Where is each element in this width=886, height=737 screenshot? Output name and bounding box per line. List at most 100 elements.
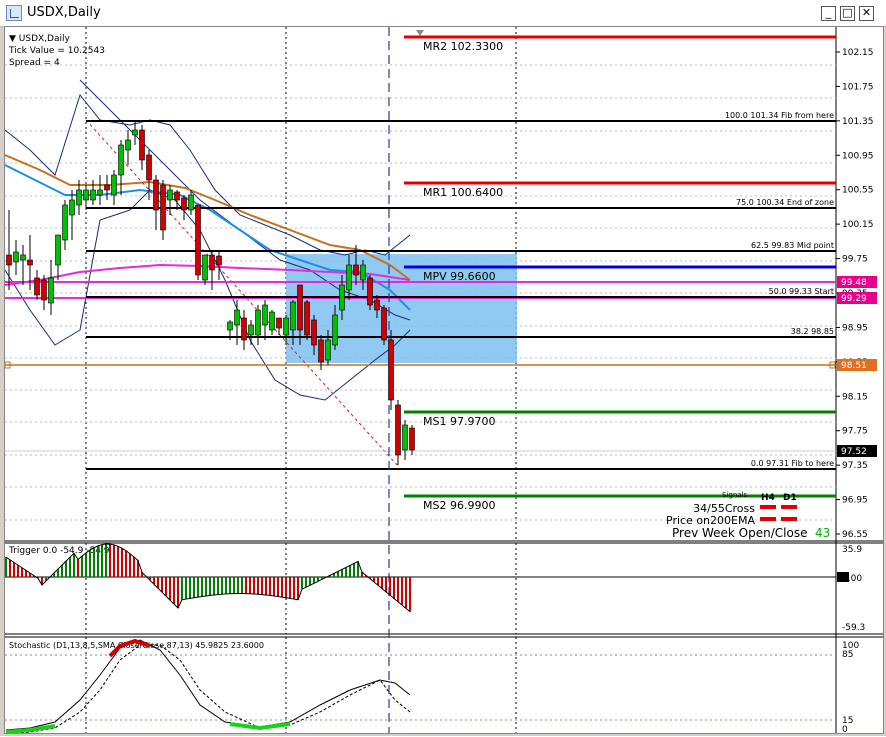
- candle-body: [241, 317, 247, 341]
- price-tag-label: 98.51: [841, 361, 867, 371]
- candle-body: [332, 314, 338, 346]
- fib-level-label: 100.0 101.34 Fib from here: [725, 111, 834, 120]
- candle-body: [304, 301, 310, 336]
- close-button[interactable]: ✕: [859, 6, 874, 21]
- candle-body: [20, 254, 26, 261]
- pivot-label: MS1 97.9700: [423, 415, 495, 428]
- candle-body: [132, 129, 138, 136]
- candle-body: [188, 194, 194, 211]
- candle-body: [195, 204, 201, 276]
- window-title: USDX,Daily: [27, 5, 101, 20]
- candle-body: [402, 424, 408, 451]
- candle-body: [125, 139, 131, 151]
- candle-body: [181, 197, 187, 211]
- candle-body: [388, 339, 394, 401]
- candle-body: [41, 279, 47, 301]
- candle-body: [167, 189, 173, 201]
- candle-body: [395, 404, 401, 456]
- candle-body: [381, 307, 387, 341]
- price-axis-label: 102.15: [842, 48, 874, 58]
- signal-count: 43: [815, 526, 830, 540]
- candle-body: [262, 304, 268, 326]
- signal-marker: [781, 505, 797, 509]
- pivot-label: MR2 102.3300: [423, 40, 503, 53]
- shift-marker: [416, 30, 424, 36]
- maximize-button[interactable]: □: [840, 6, 855, 21]
- candle-body: [360, 264, 366, 281]
- price-axis-label: 101.75: [842, 82, 874, 92]
- candle-body: [283, 317, 289, 336]
- fib-level-label: 38.2 98.85: [791, 327, 834, 336]
- candle-body: [90, 189, 96, 201]
- price-axis-label: 98.15: [842, 392, 868, 402]
- chart-area[interactable]: 102.15 101.75 101.35 100.95 100.55 100.15 99.7…: [4, 26, 884, 736]
- candle-body: [276, 317, 282, 329]
- candle-body: [34, 277, 40, 296]
- candle-body: [27, 259, 33, 266]
- candle-body: [227, 321, 233, 331]
- price-axis-label: 97.35: [842, 461, 868, 471]
- fib-level-label: 50.0 99.33 Start: [769, 287, 834, 296]
- candle-body: [209, 254, 215, 271]
- pivot-label: MR1 100.6400: [423, 186, 503, 199]
- signals-header: Signals: [722, 491, 748, 499]
- candle-body: [69, 199, 75, 216]
- fib-level-label: 0.0 97.31 Fib to here: [751, 459, 834, 468]
- candle-body: [353, 264, 359, 276]
- candle-body: [118, 144, 124, 176]
- price-axis-label: 100.95: [842, 151, 874, 161]
- window-titlebar: USDX,Daily _ □ ✕: [0, 0, 886, 27]
- tick-value-label: Tick Value = 10.2543: [8, 46, 105, 56]
- trigger-axis-label: -59.3: [842, 623, 865, 633]
- signal-row-label: Prev Week Open/Close: [672, 526, 807, 540]
- candle-body: [55, 234, 61, 266]
- candle-body: [202, 254, 208, 281]
- candle-body: [146, 154, 152, 181]
- candle-body: [255, 309, 261, 336]
- spread-label: Spread = 4: [9, 58, 60, 68]
- candle-body: [97, 189, 103, 196]
- candle-body: [216, 255, 222, 266]
- candle-body: [409, 427, 415, 451]
- price-axis-label: 97.75: [842, 427, 868, 437]
- candle-body: [76, 189, 82, 206]
- candle-body: [111, 174, 117, 196]
- minimize-button[interactable]: _: [821, 6, 836, 21]
- stochastic-axis-label: 85: [842, 650, 853, 660]
- price-axis-label: 100.15: [842, 220, 874, 230]
- stoch-oversold-highlight: [229, 722, 291, 731]
- candle-body: [325, 339, 331, 361]
- candle-body: [234, 309, 240, 326]
- pivot-label: MPV 99.6600: [423, 270, 496, 283]
- pivot-label: MS2 96.9900: [423, 499, 495, 512]
- candle-body: [311, 319, 317, 346]
- candle-body: [62, 204, 68, 241]
- candle-body: [6, 254, 12, 266]
- chart-symbol-label: ▼ USDX,Daily: [9, 34, 70, 44]
- candle-body: [297, 284, 303, 331]
- candle-body: [318, 339, 324, 363]
- trigger-value-tag: [837, 572, 849, 582]
- fib-level-label: 62.5 99.83 Mid point: [751, 241, 834, 250]
- candle-body: [367, 277, 373, 306]
- price-chart-svg[interactable]: 102.15 101.75 101.35 100.95 100.55 100.15 99.7…: [4, 27, 883, 736]
- candle-body: [374, 299, 380, 311]
- price-axis-label: 101.35: [842, 117, 874, 127]
- candle-body: [248, 324, 254, 336]
- price-axis-label: 99.75: [842, 255, 868, 265]
- price-axis-label: 98.95: [842, 323, 868, 333]
- candle-body: [13, 251, 19, 263]
- price-tag-label: 97.52: [841, 447, 867, 457]
- candle-body: [269, 311, 275, 331]
- candle-body: [339, 284, 345, 311]
- signal-marker: [760, 517, 776, 521]
- trigger-axis-label: 35.9: [842, 545, 862, 555]
- price-tag-label: 99.29: [841, 294, 867, 304]
- chart-window-icon: [6, 5, 22, 21]
- price-axis-label: 96.95: [842, 496, 868, 506]
- fib-level-label: 75.0 100.34 End of zone: [736, 198, 834, 207]
- signals-h4-header: H4: [761, 493, 775, 503]
- stochastic-axis-label: 0: [842, 725, 848, 733]
- signals-d1-header: D1: [783, 493, 797, 503]
- signal-marker: [781, 517, 797, 521]
